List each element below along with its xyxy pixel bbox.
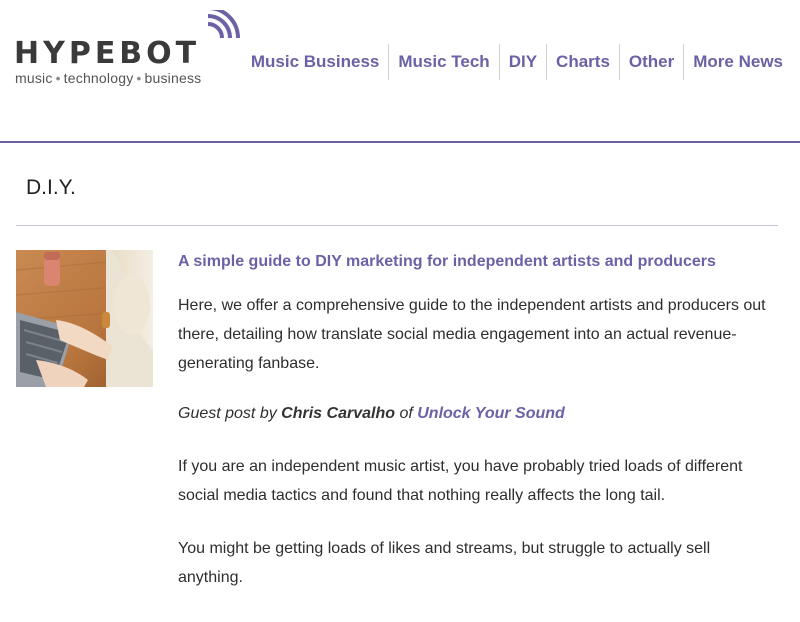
tagline-separator: • <box>55 70 61 86</box>
tagline-music: music <box>15 70 53 86</box>
section-divider <box>16 225 778 226</box>
article-teaser: A simple guide to DIY marketing for inde… <box>178 250 778 592</box>
laptop-photo-icon <box>16 250 153 387</box>
nav-item-music-tech[interactable]: Music Tech <box>388 44 498 80</box>
byline-author: Chris Carvalho <box>281 405 395 422</box>
article-thumbnail[interactable] <box>16 250 153 387</box>
byline-prefix: Guest post by <box>178 405 277 422</box>
main-nav: Music Business Music Tech DIY Charts Oth… <box>242 44 792 80</box>
tagline-business: business <box>144 70 202 86</box>
logo-wordmark: HYPEBOT <box>14 36 201 71</box>
nav-item-diy[interactable]: DIY <box>498 44 546 80</box>
header-divider <box>0 141 800 143</box>
article-paragraph: You might be getting loads of likes and … <box>178 540 711 586</box>
tagline-separator: • <box>136 70 142 86</box>
tagline-technology: technology <box>63 70 134 86</box>
nav-item-music-business[interactable]: Music Business <box>242 44 389 80</box>
byline-source-link[interactable]: Unlock Your Sound <box>417 405 565 422</box>
article-intro: Here, we offer a comprehensive guide to … <box>178 297 766 372</box>
page-title: D.I.Y. <box>26 176 76 199</box>
article-paragraph: If you are an independent music artist, … <box>178 458 743 504</box>
site-header: HYPEBOT music • technology • business Music … <box>0 0 800 143</box>
signal-waves-icon <box>207 10 240 39</box>
nav-item-charts[interactable]: Charts <box>546 44 619 80</box>
site-logo[interactable]: HYPEBOT music • technology • business <box>14 10 244 94</box>
logo-tagline: music • technology • business <box>15 70 201 86</box>
article-byline: Guest post by Chris Carvalho of Unlock Y… <box>178 399 778 428</box>
byline-of: of <box>399 405 413 422</box>
nav-item-other[interactable]: Other <box>618 44 683 80</box>
article-title-link[interactable]: A simple guide to DIY marketing for inde… <box>178 251 778 273</box>
nav-item-more-news[interactable]: More News <box>683 44 792 80</box>
